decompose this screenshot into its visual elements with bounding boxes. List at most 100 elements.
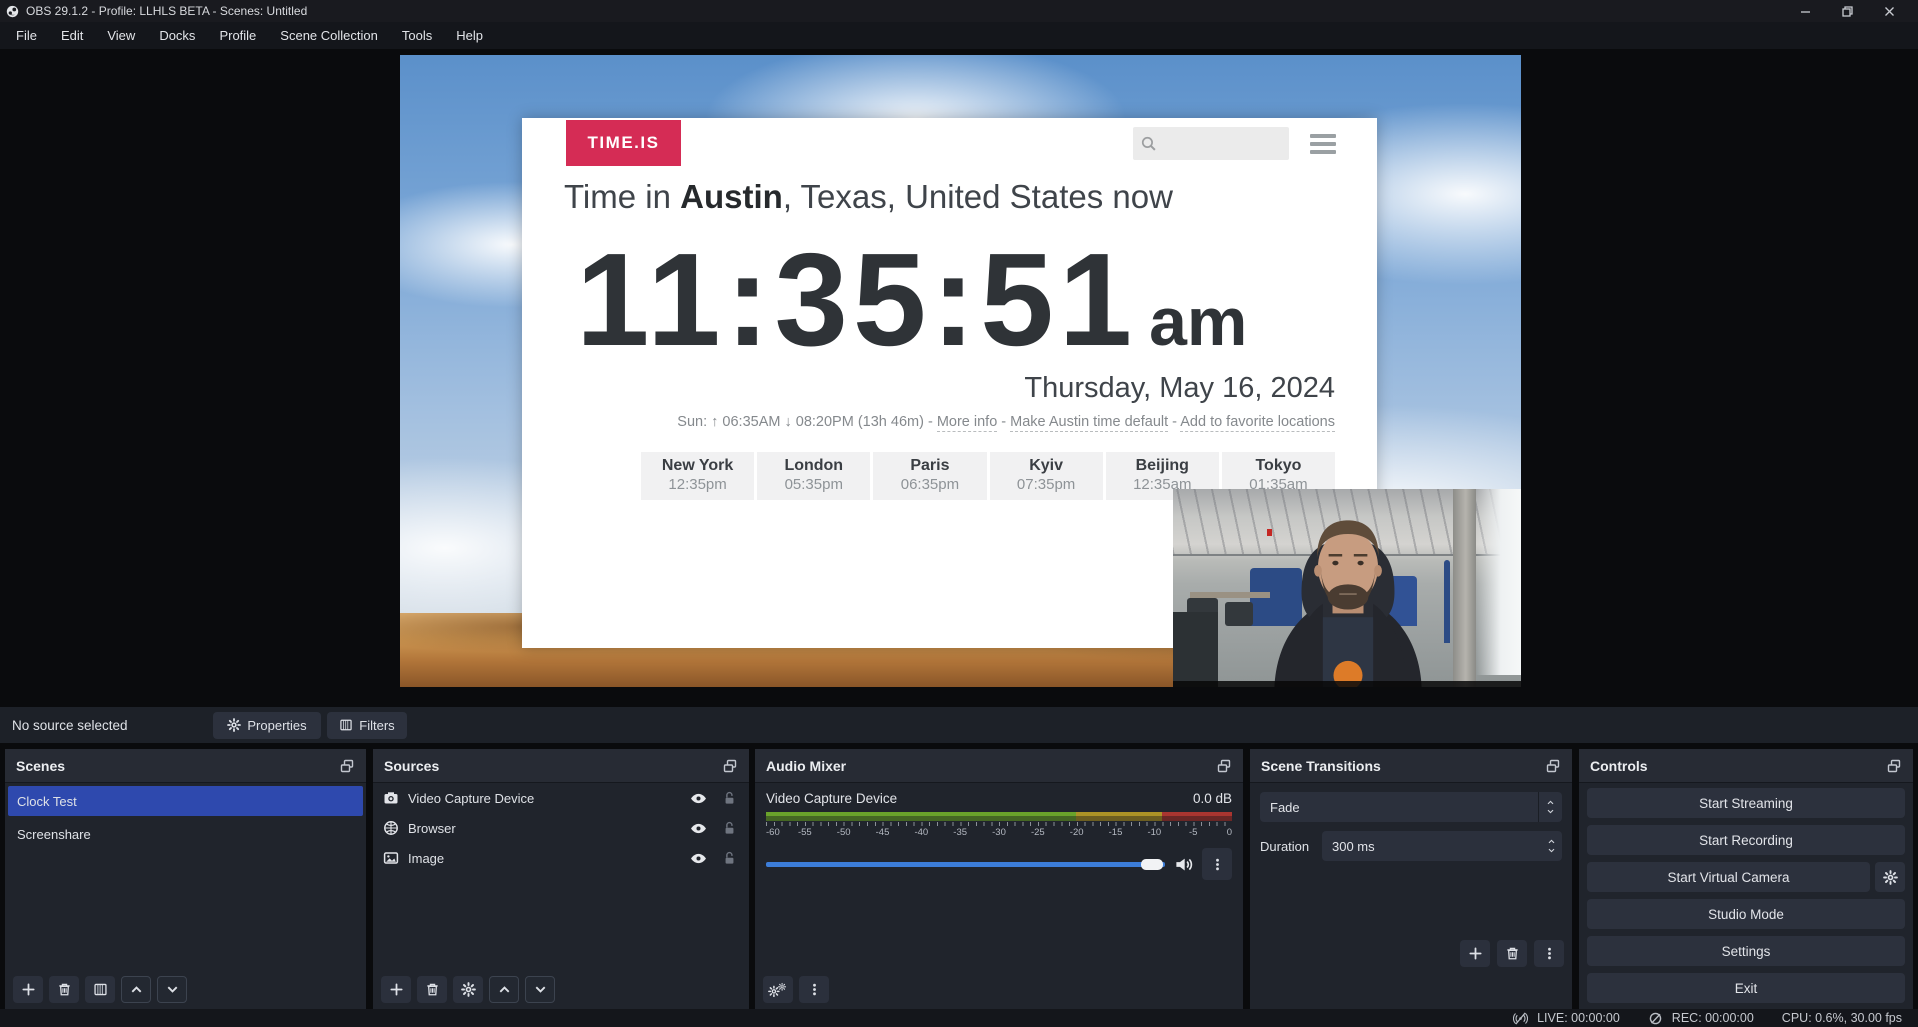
move-scene-down-button[interactable] — [157, 976, 187, 1003]
timeis-sun-info: Sun: ↑ 06:35AM ↓ 08:20PM (13h 46m) - Mor… — [677, 414, 1335, 430]
plus-icon — [389, 982, 404, 997]
timeis-logo: TIME.IS — [566, 120, 681, 166]
speaker-icon[interactable] — [1174, 855, 1193, 874]
titlebar: OBS 29.1.2 - Profile: LLHLS BETA - Scene… — [0, 0, 1918, 22]
rec-timer: REC: 00:00:00 — [1672, 1011, 1754, 1025]
properties-button[interactable]: Properties — [213, 712, 321, 739]
more-info-link: More info — [937, 414, 997, 432]
scene-item-clock-test[interactable]: Clock Test — [8, 786, 363, 816]
kebab-icon — [1542, 946, 1557, 961]
rec-inactive-icon — [1648, 1011, 1663, 1026]
timeis-clock: 11:35:51 am — [576, 234, 1247, 366]
timeis-search-box — [1133, 127, 1289, 160]
window-title: OBS 29.1.2 - Profile: LLHLS BETA - Scene… — [26, 4, 307, 18]
mixer-level-db: 0.0 dB — [1193, 791, 1232, 806]
filters-button[interactable]: Filters — [327, 712, 407, 739]
volume-meter — [766, 812, 1232, 821]
start-virtual-camera-button[interactable]: Start Virtual Camera — [1587, 862, 1870, 892]
trash-icon — [425, 982, 440, 997]
remove-source-button[interactable] — [417, 976, 447, 1003]
scene-filters-button[interactable] — [85, 976, 115, 1003]
controls-panel-header: Controls — [1579, 749, 1913, 783]
audio-mixer-toolbar — [763, 976, 829, 1003]
popout-icon[interactable] — [1886, 758, 1902, 774]
chevron-down-icon — [533, 982, 548, 997]
menu-view[interactable]: View — [95, 23, 147, 48]
clock-ampm: am — [1149, 283, 1247, 361]
duration-spinbox[interactable]: 300 ms — [1322, 831, 1562, 861]
popout-icon[interactable] — [1216, 758, 1232, 774]
virtual-camera-config-button[interactable] — [1875, 862, 1905, 892]
remove-transition-button[interactable] — [1497, 940, 1527, 967]
workspace: TIME.IS Time in Austin, Texas, United St… — [0, 49, 1918, 1009]
scene-transitions-header: Scene Transitions — [1250, 749, 1572, 783]
popout-icon[interactable] — [1545, 758, 1561, 774]
move-source-up-button[interactable] — [489, 976, 519, 1003]
chevron-up-icon — [497, 982, 512, 997]
popout-icon[interactable] — [722, 758, 738, 774]
obs-window: OBS 29.1.2 - Profile: LLHLS BETA - Scene… — [0, 0, 1918, 1027]
mixer-channel-name: Video Capture Device — [766, 791, 897, 806]
timeis-date: Thursday, May 16, 2024 — [1024, 372, 1335, 405]
menu-profile[interactable]: Profile — [207, 23, 268, 48]
advanced-audio-button[interactable] — [763, 976, 793, 1003]
lock-icon[interactable] — [722, 791, 737, 806]
plus-icon — [1468, 946, 1483, 961]
menu-edit[interactable]: Edit — [49, 23, 95, 48]
chevron-down-icon — [1545, 807, 1556, 816]
source-row-image[interactable]: Image — [373, 843, 749, 873]
transition-select[interactable]: Fade — [1260, 792, 1562, 822]
add-source-button[interactable] — [381, 976, 411, 1003]
plus-icon — [21, 982, 36, 997]
chevron-up-icon — [1545, 798, 1556, 807]
add-transition-button[interactable] — [1460, 940, 1490, 967]
menu-docks[interactable]: Docks — [147, 23, 207, 48]
studio-mode-button[interactable]: Studio Mode — [1587, 899, 1905, 929]
visibility-eye-icon[interactable] — [690, 820, 707, 837]
volume-slider-handle[interactable] — [1141, 859, 1163, 870]
settings-button[interactable]: Settings — [1587, 936, 1905, 966]
source-properties-button[interactable] — [453, 976, 483, 1003]
restore-button[interactable] — [1826, 0, 1868, 22]
volume-slider[interactable] — [766, 862, 1165, 867]
trash-icon — [1505, 946, 1520, 961]
start-streaming-button[interactable]: Start Streaming — [1587, 788, 1905, 818]
gear-icon — [461, 982, 476, 997]
sources-panel-header: Sources — [373, 749, 749, 783]
minimize-button[interactable] — [1784, 0, 1826, 22]
webcam-overlay — [1173, 489, 1521, 687]
chevron-up-icon — [129, 982, 144, 997]
lock-icon[interactable] — [722, 851, 737, 866]
transition-menu-button[interactable] — [1534, 940, 1564, 967]
visibility-eye-icon[interactable] — [690, 790, 707, 807]
transition-select-arrows[interactable] — [1538, 792, 1562, 822]
exit-button[interactable]: Exit — [1587, 973, 1905, 1003]
webcam-person — [1233, 503, 1463, 687]
mixer-menu-button[interactable] — [799, 976, 829, 1003]
chevron-up-icon — [1546, 837, 1557, 846]
menu-scene-collection[interactable]: Scene Collection — [268, 23, 390, 48]
duration-spinner-arrows[interactable] — [1540, 837, 1562, 855]
popout-icon[interactable] — [339, 758, 355, 774]
menu-help[interactable]: Help — [444, 23, 495, 48]
mixer-options-button[interactable] — [1202, 848, 1232, 880]
source-row-browser[interactable]: Browser — [373, 813, 749, 843]
menu-bar: File Edit View Docks Profile Scene Colle… — [0, 22, 1918, 49]
move-source-down-button[interactable] — [525, 976, 555, 1003]
scene-item-screenshare[interactable]: Screenshare — [8, 819, 363, 849]
lock-icon[interactable] — [722, 821, 737, 836]
close-button[interactable] — [1868, 0, 1910, 22]
preview-canvas[interactable]: TIME.IS Time in Austin, Texas, United St… — [400, 55, 1521, 687]
add-scene-button[interactable] — [13, 976, 43, 1003]
menu-tools[interactable]: Tools — [390, 23, 444, 48]
start-recording-button[interactable]: Start Recording — [1587, 825, 1905, 855]
hamburger-menu-icon — [1310, 134, 1336, 158]
menu-file[interactable]: File — [4, 23, 49, 48]
kebab-icon — [807, 982, 822, 997]
source-row-video-capture[interactable]: Video Capture Device — [373, 783, 749, 813]
move-scene-up-button[interactable] — [121, 976, 151, 1003]
visibility-eye-icon[interactable] — [690, 850, 707, 867]
remove-scene-button[interactable] — [49, 976, 79, 1003]
live-inactive-icon — [1513, 1011, 1528, 1026]
scenes-panel-header: Scenes — [5, 749, 366, 783]
